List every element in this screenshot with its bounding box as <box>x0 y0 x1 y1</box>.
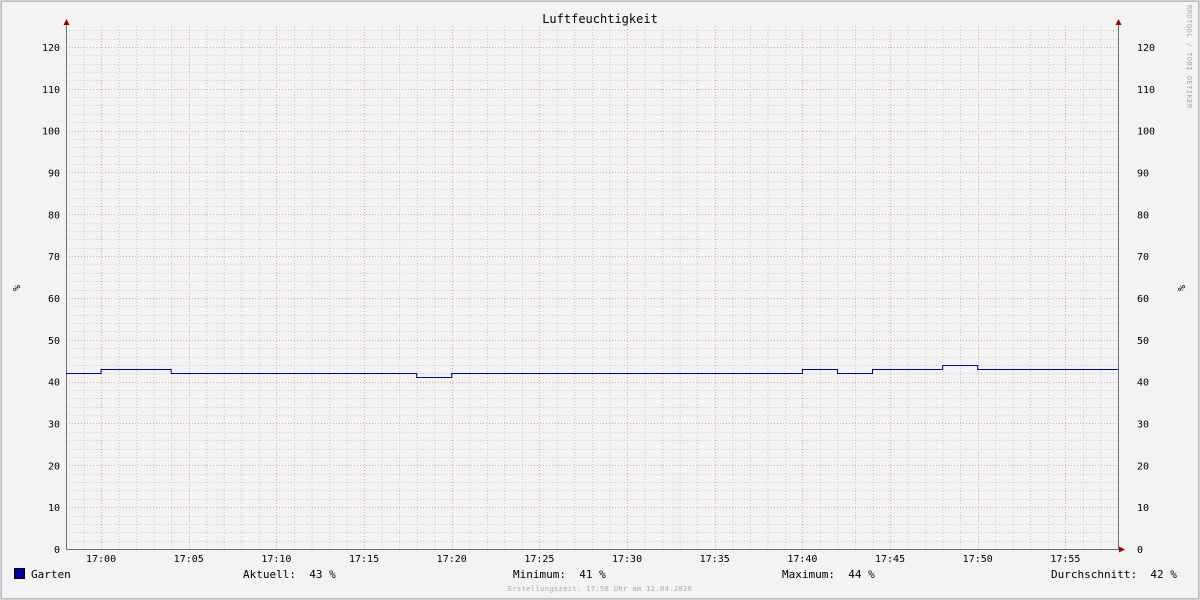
x-tick-label: 17:30 <box>612 554 642 565</box>
x-tick-label: 17:55 <box>1050 554 1080 565</box>
rrdtool-watermark: RRDTOOL / TOBI OETIKER <box>1185 5 1193 109</box>
x-tick-label: 17:05 <box>174 554 204 565</box>
x-axis-arrow <box>1119 546 1125 553</box>
x-tick-labels: 17:00 17:05 17:10 17:15 17:20 17:25 17:30 17:35… <box>86 554 1080 565</box>
x-tick-label: 17:50 <box>963 554 993 565</box>
x-tick-label: 17:25 <box>524 554 554 565</box>
y-tick-label-right: 50 <box>1137 336 1149 347</box>
humidity-chart: 0 10 20 30 40 50 60 70 80 90 100 110 120 0 10 20 30 40 50… <box>10 5 1193 565</box>
minor-grid <box>66 26 1119 549</box>
y-tick-label-left: 80 <box>48 210 60 221</box>
y-tick-label-left: 60 <box>48 294 60 305</box>
legend-series: Garten <box>14 568 71 581</box>
legend-minimum: Minimum: 41 % <box>513 568 606 581</box>
y-axis-left-arrow <box>63 19 70 25</box>
y-tick-label-left: 30 <box>48 419 60 430</box>
y-tick-label-left: 120 <box>42 43 60 54</box>
x-tick-label: 17:45 <box>875 554 905 565</box>
y-tick-labels-left: 0 10 20 30 40 50 60 70 80 90 100 110 120 <box>42 43 60 556</box>
y-tick-label-left: 20 <box>48 461 60 472</box>
y-tick-label-right: 60 <box>1137 294 1149 305</box>
x-tick-label: 17:35 <box>700 554 730 565</box>
y-tick-label-right: 120 <box>1137 43 1155 54</box>
y-tick-label-right: 30 <box>1137 419 1149 430</box>
y-tick-label-left: 110 <box>42 85 60 96</box>
y-tick-label-right: 80 <box>1137 210 1149 221</box>
y-tick-label-left: 90 <box>48 168 60 179</box>
x-tick-label: 17:10 <box>261 554 291 565</box>
creation-time: Erstellungszeit: 17:58 Uhr am 12.04.2026 <box>507 585 693 593</box>
legend-average: Durchschnitt: 42 % <box>1051 568 1177 581</box>
y-tick-label-left: 50 <box>48 336 60 347</box>
y-tick-label-right: 90 <box>1137 168 1149 179</box>
y-tick-label-right: 40 <box>1137 378 1149 389</box>
y-axis-right-arrow <box>1115 19 1122 25</box>
legend-series-name: Garten <box>31 568 71 581</box>
y-tick-label-right: 110 <box>1137 85 1155 96</box>
chart-title: Luftfeuchtigkeit <box>542 12 658 26</box>
legend-maximum: Maximum: 44 % <box>782 568 875 581</box>
y-tick-label-right: 100 <box>1137 127 1155 138</box>
y-tick-label-left: 70 <box>48 252 60 263</box>
y-tick-labels-right: 0 10 20 30 40 50 60 70 80 90 100 110 120 <box>1137 43 1155 556</box>
y-axis-label-left: % <box>10 285 21 291</box>
legend-swatch-garten <box>14 568 25 579</box>
y-tick-label-right: 0 <box>1137 545 1143 556</box>
y-tick-label-right: 10 <box>1137 503 1149 514</box>
y-tick-label-left: 40 <box>48 378 60 389</box>
y-tick-label-left: 10 <box>48 503 60 514</box>
x-tick-label: 17:15 <box>349 554 379 565</box>
x-tick-label: 17:00 <box>86 554 116 565</box>
legend: Garten Aktuell: 43 % Minimum: 41 % Maxim… <box>14 568 1186 584</box>
axes <box>63 19 1125 553</box>
y-axis-label-right: % <box>1175 285 1186 291</box>
x-tick-label: 17:40 <box>787 554 817 565</box>
y-tick-label-right: 70 <box>1137 252 1149 263</box>
y-tick-label-left: 100 <box>42 127 60 138</box>
legend-current: Aktuell: 43 % <box>243 568 336 581</box>
y-tick-label-right: 20 <box>1137 461 1149 472</box>
x-tick-label: 17:20 <box>437 554 467 565</box>
y-tick-label-left: 0 <box>54 545 60 556</box>
